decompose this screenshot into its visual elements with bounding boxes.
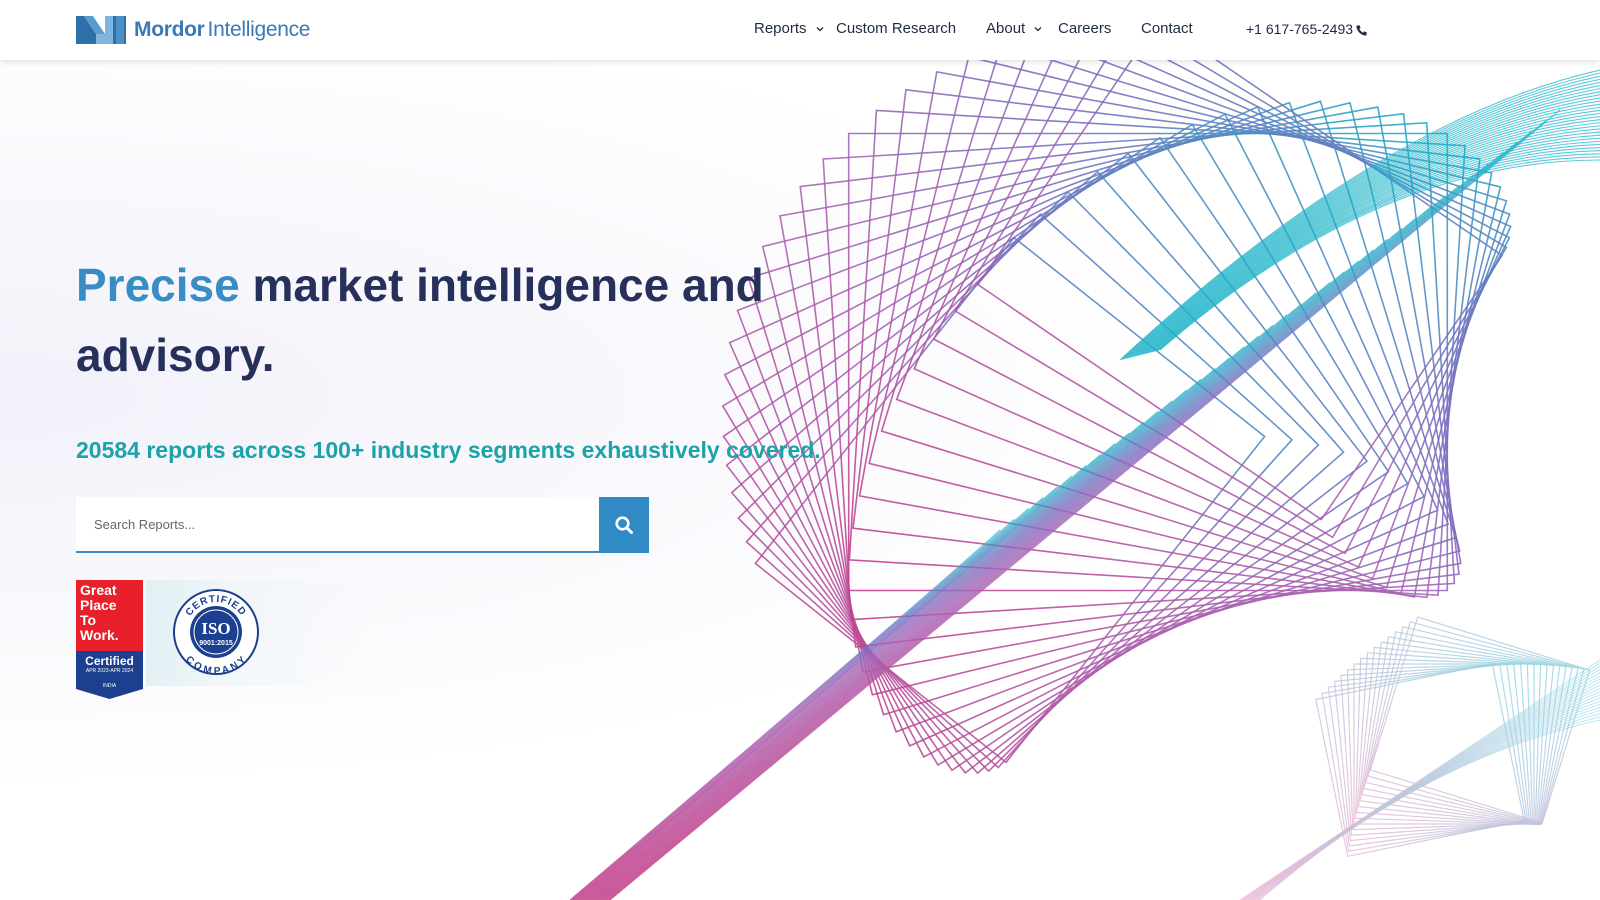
logo[interactable]: Mordor Intelligence <box>76 16 310 44</box>
wireframe-line <box>581 400 1173 900</box>
decorative-wireframe-art <box>569 60 1600 900</box>
iso-certified-seal: CERTIFIED COMPANY ISO 9001:2015 <box>173 589 259 676</box>
nav-item-custom-research[interactable]: Custom Research <box>836 20 956 37</box>
phone-number: +1 617-765-2493 <box>1246 20 1354 37</box>
nav-label: About <box>986 20 1026 37</box>
gptw-line: Place <box>80 597 117 613</box>
gptw-line: Great <box>80 582 117 598</box>
wireframe-line <box>577 443 1116 900</box>
logo-text-primary: Mordor <box>134 18 205 41</box>
wireframe-line <box>1257 713 1600 900</box>
nav-item-reports[interactable]: Reports <box>754 20 825 37</box>
logo-text-secondary: Intelligence <box>207 18 311 41</box>
nav-label: Reports <box>754 20 807 37</box>
wireframe-line <box>591 303 1302 900</box>
wireframe-line <box>569 529 1001 900</box>
wireframe-line <box>587 346 1245 900</box>
certification-badges: Great Place To Work. Certified APR 2023-… <box>76 580 366 702</box>
iso-badge-area: CERTIFIED COMPANY ISO 9001:2015 <box>146 580 366 686</box>
nav-item-contact[interactable]: Contact <box>1141 20 1193 37</box>
hero-title-accent: Precise <box>76 259 240 311</box>
site-header: Mordor Intelligence Reports Custom Resea… <box>0 0 1600 60</box>
gptw-certified: Certified <box>85 654 134 668</box>
wireframe-line <box>1151 140 1600 353</box>
gptw-line: Work. <box>80 627 119 643</box>
phone-link[interactable]: +1 617-765-2493 <box>1246 20 1368 37</box>
search-icon <box>615 516 633 534</box>
wireframe-line <box>607 131 1532 900</box>
gptw-dates: APR 2023-APR 2024 <box>85 668 134 674</box>
nav-item-careers[interactable]: Careers <box>1058 20 1111 37</box>
wireframe-secondary <box>1239 616 1600 900</box>
gptw-line: To <box>80 612 97 628</box>
phone-icon <box>1356 25 1367 36</box>
hero-section: Precise market intelligence and advisory… <box>0 60 1600 900</box>
iso-standard: 9001:2015 <box>199 640 233 647</box>
gptw-title-block: Great Place To Work. <box>76 580 143 651</box>
nav-label: Contact <box>1141 20 1193 37</box>
search-input[interactable] <box>76 497 599 553</box>
nav-item-about[interactable]: About <box>986 20 1043 37</box>
search-button[interactable] <box>599 497 649 553</box>
hero-subtitle: 20584 reports across 100+ industry segme… <box>76 437 821 463</box>
search-form <box>76 497 649 553</box>
hero-title: Precise market intelligence and advisory… <box>76 250 836 390</box>
chevron-down-icon <box>816 26 823 31</box>
chevron-down-icon <box>1034 26 1042 31</box>
gptw-country: INDIA <box>102 683 117 689</box>
gptw-certified-block: Certified APR 2023-APR 2024 <box>76 651 143 685</box>
great-place-to-work-badge: Great Place To Work. Certified APR 2023-… <box>76 580 143 700</box>
nav-label: Careers <box>1058 20 1112 37</box>
iso-mark: ISO <box>201 619 230 638</box>
logo-mark-icon <box>76 16 126 44</box>
wireframe-line <box>578 432 1130 900</box>
wireframe-line <box>608 120 1546 900</box>
nav-label: Custom Research <box>836 20 957 37</box>
